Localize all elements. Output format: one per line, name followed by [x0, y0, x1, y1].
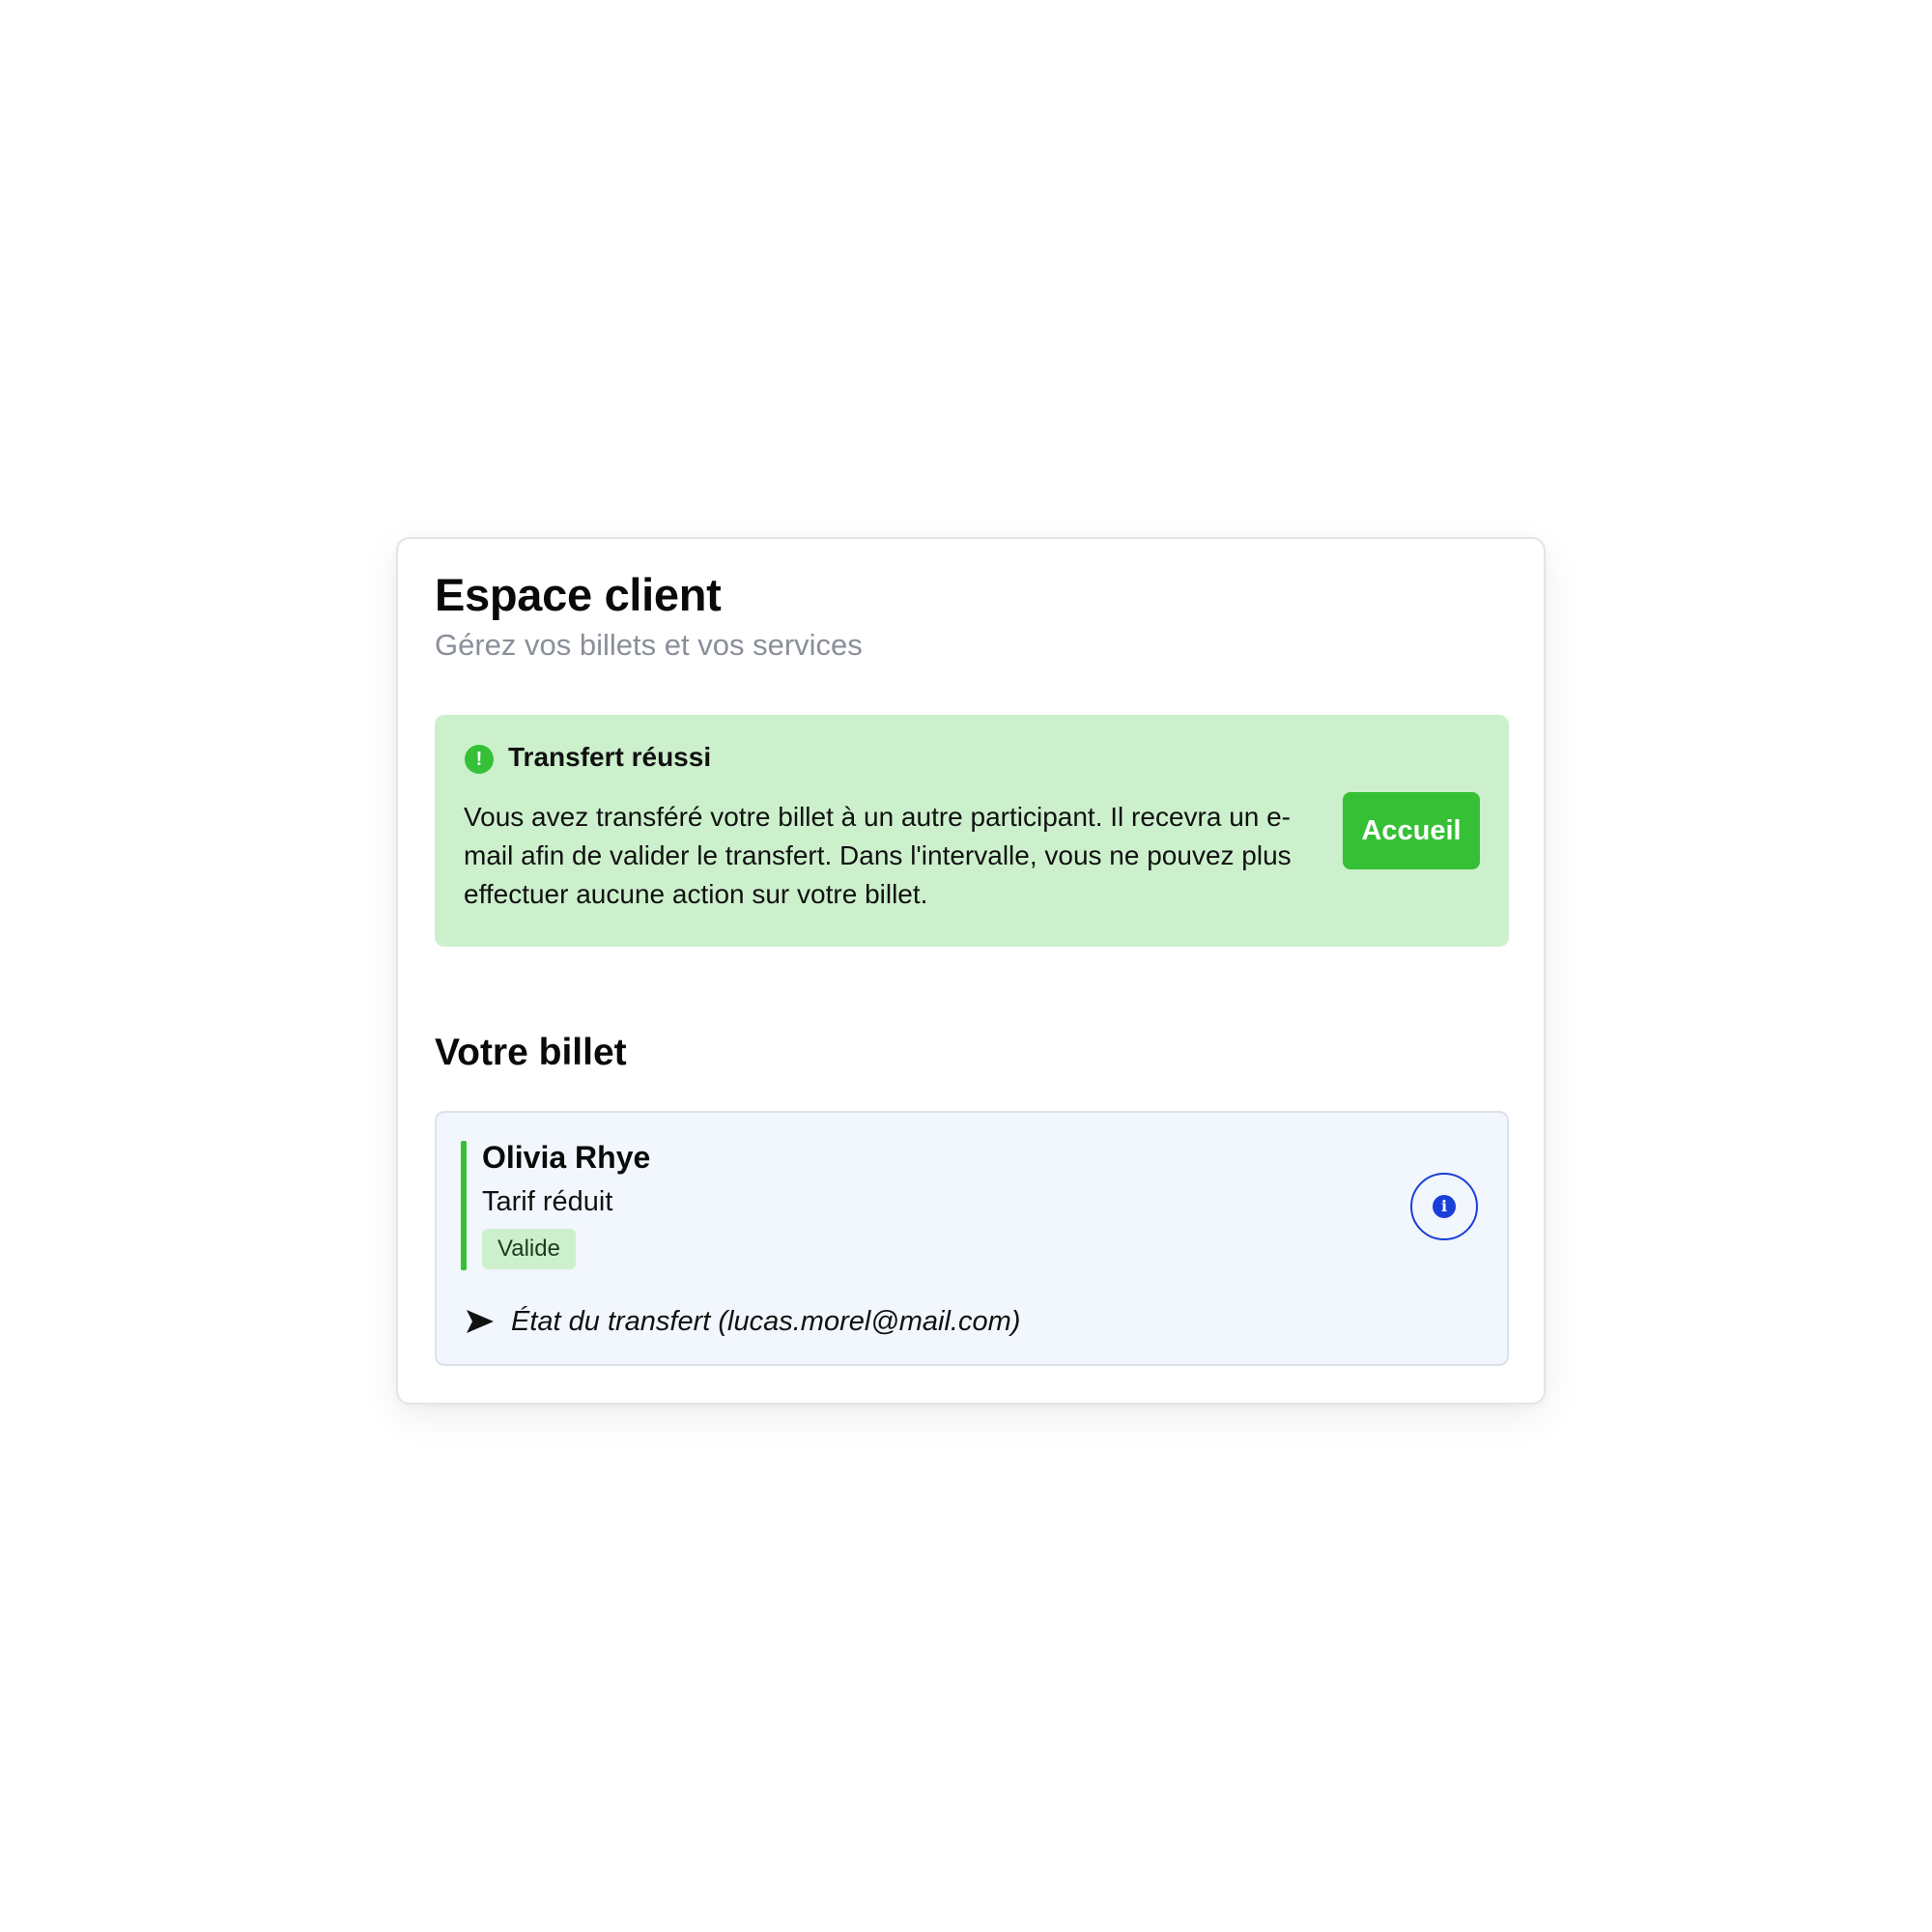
ticket-card: Olivia Rhye Tarif réduit Valide i État d…: [435, 1111, 1509, 1366]
page-title: Espace client: [435, 569, 722, 620]
customer-area-card: Espace client Gérez vos billets et vos s…: [396, 537, 1546, 1405]
success-alert: ! Transfert réussi Vous avez transféré v…: [435, 715, 1509, 947]
transfer-status-label: État du transfert (lucas.morel@mail.com): [511, 1306, 1021, 1337]
ticket-status-bar: [461, 1141, 467, 1270]
exclamation-circle-icon: !: [465, 745, 494, 774]
alert-title: Transfert réussi: [508, 742, 712, 772]
status-badge: Valide: [482, 1229, 576, 1269]
section-title: Votre billet: [435, 1032, 627, 1073]
send-icon: [467, 1310, 494, 1333]
alert-message: Vous avez transféré votre billet à un au…: [464, 802, 1292, 909]
page-subtitle: Gérez vos billets et vos services: [435, 628, 863, 662]
home-button[interactable]: Accueil: [1343, 792, 1480, 869]
ticket-info-button[interactable]: i: [1410, 1173, 1478, 1240]
ticket-rate: Tarif réduit: [482, 1186, 613, 1217]
info-icon: i: [1433, 1195, 1456, 1218]
ticket-holder-name: Olivia Rhye: [482, 1140, 651, 1175]
